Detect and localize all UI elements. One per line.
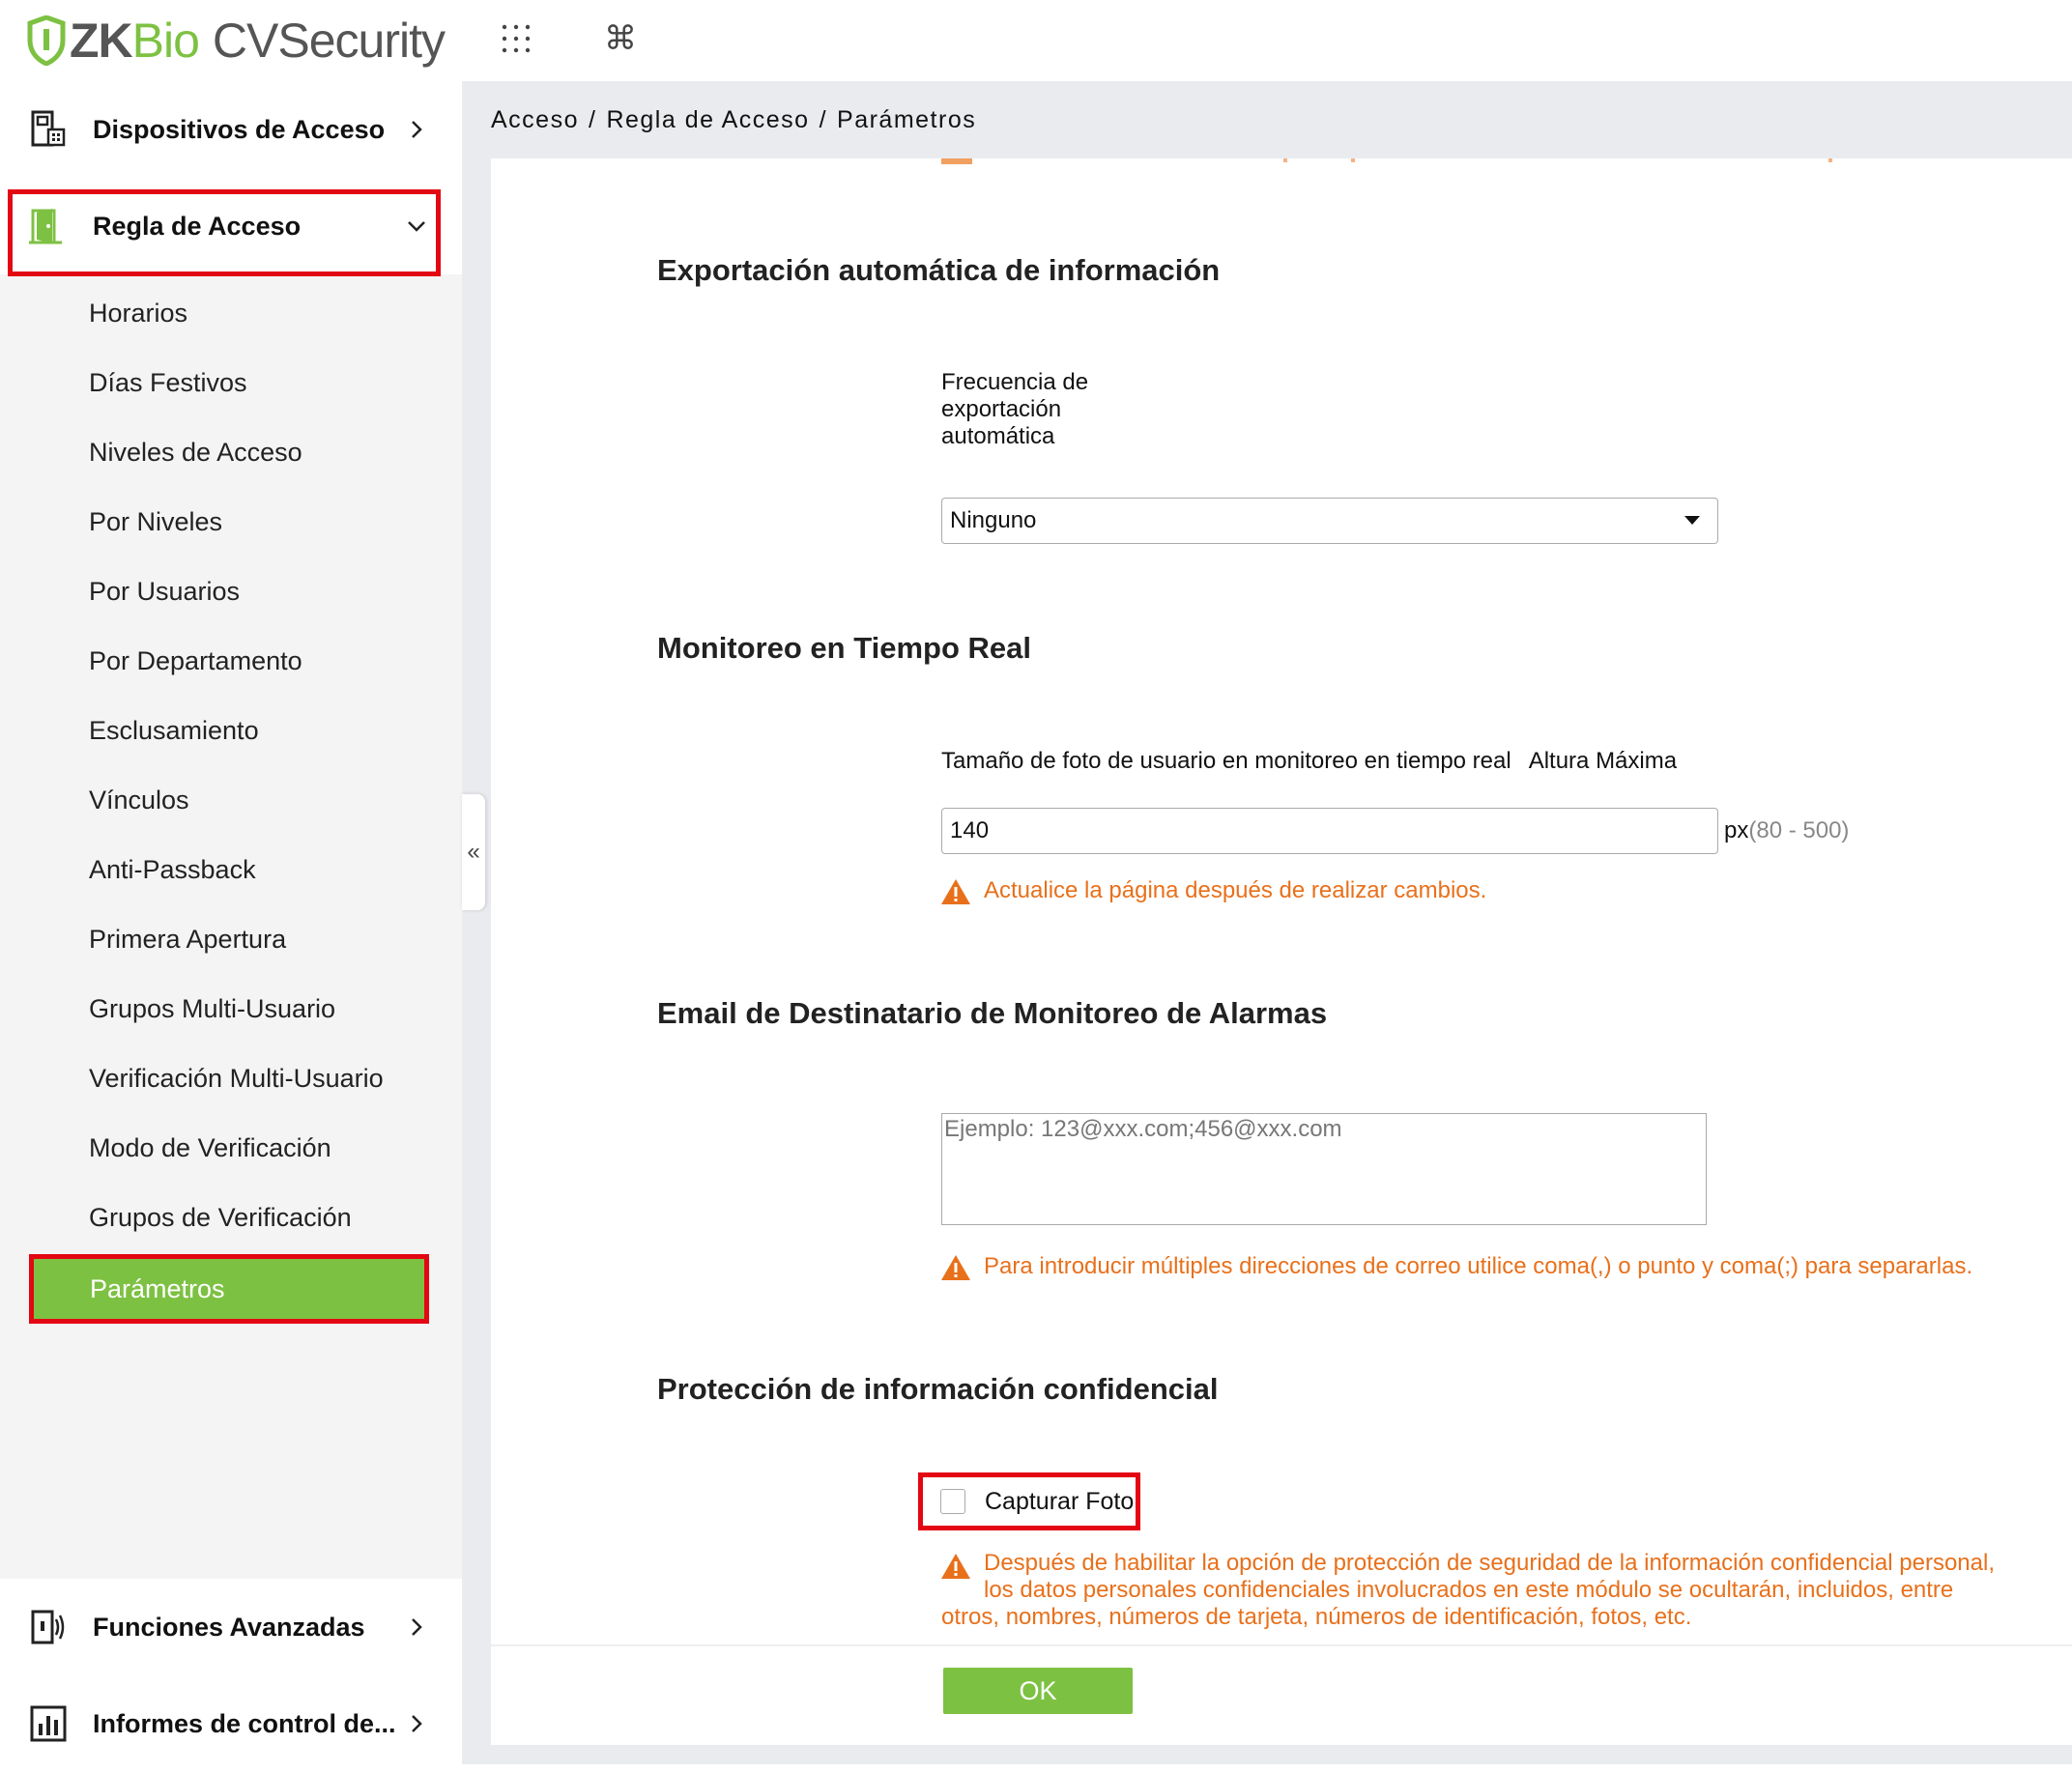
- cropped-warning-icon: [941, 158, 972, 164]
- settings-panel: [491, 158, 2072, 1745]
- breadcrumb-item-parametros: Parámetros: [837, 106, 977, 133]
- photo-height-unit: px(80 - 500): [1724, 817, 1849, 844]
- highlight-access-rule: [8, 189, 441, 276]
- sidebar-item-verificacion-multi-usuario[interactable]: Verificación Multi-Usuario: [89, 1064, 384, 1094]
- photo-size-label: Tamaño de foto de usuario en monitoreo e…: [941, 748, 1677, 775]
- footer-divider: [491, 1644, 2072, 1646]
- max-height-label: Altura Máxima: [1528, 748, 1678, 774]
- chevron-right-icon: [412, 1715, 422, 1732]
- sidebar-bottom-menu: Funciones Avanzadas Informes de control …: [0, 1579, 462, 1764]
- unit-px: px: [1724, 817, 1749, 843]
- menu-label: Informes de control de...: [93, 1708, 396, 1738]
- sidebar-top-menu: Dispositivos de Acceso Regla de Acceso: [0, 81, 462, 276]
- section-title-privacy: Protección de información confidencial: [657, 1372, 1219, 1406]
- section-title-email: Email de Destinatario de Monitoreo de Al…: [657, 996, 1328, 1030]
- monitor-warning-text: Actualice la página después de realizar …: [984, 877, 1487, 903]
- sidebar-item-horarios[interactable]: Horarios: [89, 299, 187, 329]
- sidebar-item-niveles-acceso[interactable]: Niveles de Acceso: [89, 438, 302, 468]
- export-frequency-label: Frecuencia de exportación automática: [941, 369, 1089, 449]
- breadcrumb-item-regla-acceso[interactable]: Regla de Acceso: [606, 106, 809, 133]
- checkbox-label: Capturar Foto: [985, 1487, 1135, 1515]
- privacy-warning-line2: los datos personales confidenciales invo…: [984, 1577, 1954, 1603]
- menu-access-devices[interactable]: Dispositivos de Acceso: [0, 81, 462, 178]
- unit-range: (80 - 500): [1748, 817, 1850, 843]
- warning-icon: [941, 1554, 970, 1579]
- ok-button[interactable]: OK: [943, 1668, 1133, 1714]
- sidebar-item-label: Parámetros: [90, 1273, 225, 1303]
- photo-height-input[interactable]: 140: [941, 808, 1718, 854]
- textarea-placeholder: Ejemplo: 123@xxx.com;456@xxx.com: [944, 1116, 1342, 1142]
- warning-icon: [941, 1255, 970, 1280]
- report-chart-icon: [30, 1705, 67, 1742]
- grid-dots-icon[interactable]: [495, 17, 537, 60]
- breadcrumb-separator: /: [819, 106, 828, 133]
- warning-icon: [941, 879, 970, 904]
- sidebar-item-dias-festivos[interactable]: Días Festivos: [89, 368, 247, 398]
- advanced-icon: [31, 1610, 65, 1644]
- section-title-monitor: Monitoreo en Tiempo Real: [657, 631, 1031, 665]
- capture-photo-checkbox[interactable]: [940, 1489, 965, 1514]
- sidebar-item-grupos-verificacion[interactable]: Grupos de Verificación: [89, 1203, 352, 1233]
- breadcrumb: Acceso / Regla de Acceso / Parámetros: [491, 106, 976, 134]
- export-frequency-select[interactable]: Ninguno: [941, 498, 1718, 544]
- sidebar-item-parametros[interactable]: Parámetros: [29, 1254, 429, 1324]
- sidebar-item-por-departamento[interactable]: Por Departamento: [89, 646, 302, 676]
- logo-text: ZKBio CVSecurity: [70, 14, 446, 68]
- photo-size-label-text: Tamaño de foto de usuario en monitoreo e…: [941, 748, 1511, 774]
- sidebar: Dispositivos de Acceso Regla de Acceso H…: [0, 81, 462, 1764]
- shield-logo-icon: [27, 15, 66, 66]
- sidebar-item-vinculos[interactable]: Vínculos: [89, 786, 189, 815]
- cropped-text-fragment: [1828, 158, 1832, 162]
- chevron-right-icon: [412, 121, 422, 138]
- sidebar-item-esclusamiento[interactable]: Esclusamiento: [89, 716, 259, 746]
- sidebar-collapse-handle[interactable]: «: [462, 794, 485, 910]
- chevron-right-icon: [412, 1618, 422, 1636]
- sidebar-item-modo-verificacion[interactable]: Modo de Verificación: [89, 1133, 331, 1163]
- sidebar-item-anti-passback[interactable]: Anti-Passback: [89, 855, 256, 885]
- caret-down-icon: [1684, 516, 1700, 525]
- select-value: Ninguno: [950, 507, 1037, 533]
- email-warning-text: Para introducir múltiples direcciones de…: [984, 1253, 1973, 1279]
- app-logo[interactable]: ZKBio CVSecurity: [27, 10, 446, 71]
- device-icon: [31, 110, 66, 147]
- sidebar-item-por-usuarios[interactable]: Por Usuarios: [89, 577, 240, 607]
- capture-photo-option[interactable]: Capturar Foto: [918, 1472, 1140, 1530]
- breadcrumb-separator: /: [588, 106, 597, 133]
- command-icon[interactable]: ⌘: [599, 17, 642, 60]
- privacy-warning-line3: otros, nombres, números de tarjeta, núme…: [941, 1604, 1692, 1630]
- sidebar-item-primera-apertura[interactable]: Primera Apertura: [89, 925, 286, 955]
- input-value: 140: [950, 817, 990, 843]
- privacy-warning-line1: Después de habilitar la opción de protec…: [984, 1550, 1995, 1576]
- menu-label: Dispositivos de Acceso: [93, 114, 386, 144]
- menu-control-reports[interactable]: Informes de control de...: [0, 1675, 462, 1772]
- menu-label: Funciones Avanzadas: [93, 1612, 365, 1642]
- sidebar-item-por-niveles[interactable]: Por Niveles: [89, 507, 222, 537]
- email-recipients-textarea[interactable]: Ejemplo: 123@xxx.com;456@xxx.com: [941, 1113, 1707, 1225]
- breadcrumb-item-acceso[interactable]: Acceso: [491, 106, 579, 133]
- menu-advanced-functions[interactable]: Funciones Avanzadas: [0, 1579, 462, 1675]
- cropped-text-fragment: [1351, 158, 1355, 162]
- cropped-text-fragment: [1283, 158, 1287, 162]
- top-bar: ZKBio CVSecurity ⌘: [0, 0, 2072, 81]
- sidebar-item-grupos-multi-usuario[interactable]: Grupos Multi-Usuario: [89, 994, 335, 1024]
- section-title-export: Exportación automática de información: [657, 253, 1221, 287]
